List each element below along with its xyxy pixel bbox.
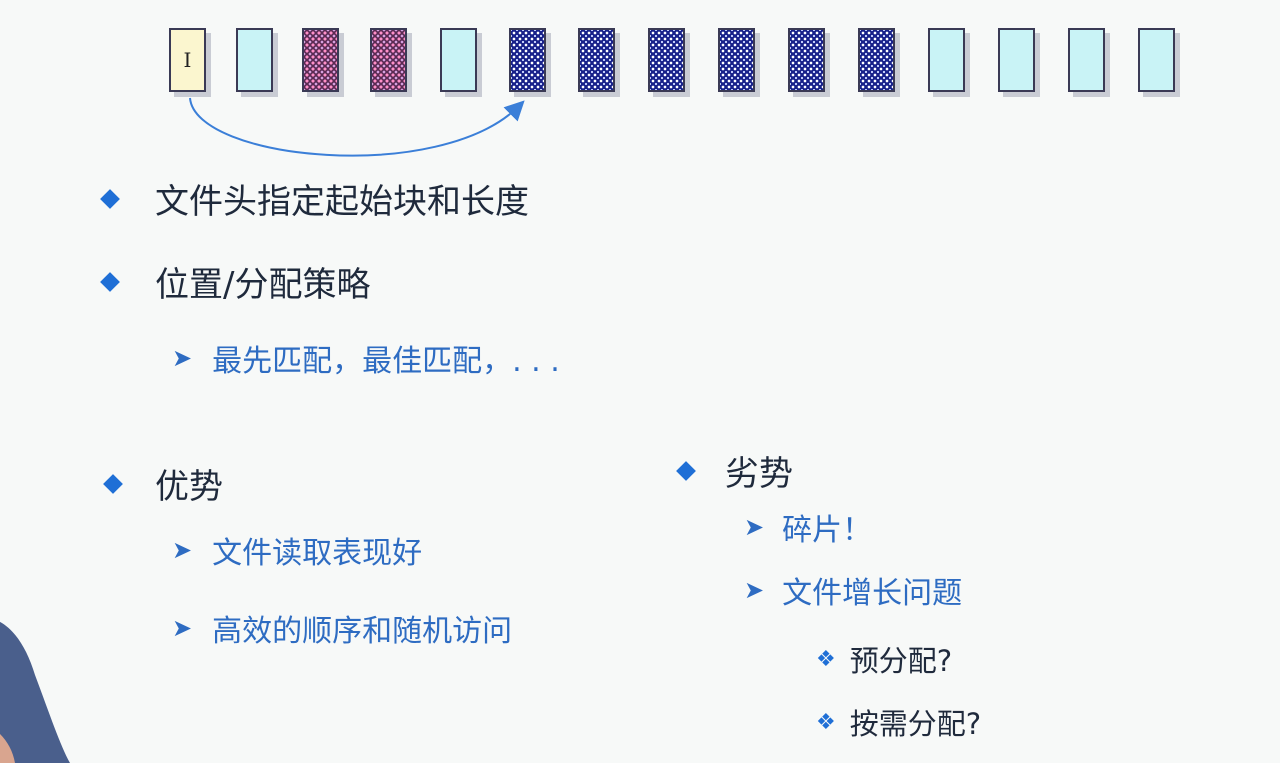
bullet-disadvantages: 劣势 [673,446,793,495]
third-bullet-text: 按需分配? [849,707,982,741]
sub-bullet-text: 文件增长问题 [782,576,963,611]
presenter-shoulder [0,622,70,763]
diamond-bullet-icon [103,473,123,494]
third-bullet-text: 预分配? [849,644,953,678]
bullet-header-spec: 文件头指定起始块和长度 [100,174,529,223]
chevron-arrow-icon: ➤ [744,576,765,604]
sub-bullet-text: 文件读取表现好 [212,536,423,571]
bullet-text: 文件头指定起始块和长度 [155,182,529,222]
chevron-arrow-icon: ➤ [172,344,193,372]
bullet-advantages: 优势 [100,459,223,508]
sub-bullet-text: 碎片！ [782,513,873,548]
bullet-placement: 位置/分配策略 [100,257,370,306]
chevron-arrow-icon: ➤ [744,513,765,541]
diamond-bullet-icon [100,188,120,209]
diamond-bullet-icon [100,271,120,292]
sub-bullet-placement-policies: ➤ 最先匹配，最佳匹配，. . . [172,336,560,380]
sub-bullet-disadvantage-1: ➤ 碎片！ [744,505,872,549]
disk-block-strip: I [0,0,1280,175]
bullet-text: 劣势 [725,454,793,494]
bullet-text: 位置/分配策略 [155,265,371,305]
third-bullet-on-demand: ❖ 按需分配? [816,701,981,743]
sub-bullet-advantage-2: ➤ 高效的顺序和随机访问 [172,606,512,650]
sub-bullet-text: 高效的顺序和随机访问 [212,614,513,649]
sub-bullet-text: 最先匹配，最佳匹配，. . . [212,344,560,379]
chevron-arrow-icon: ➤ [172,536,193,564]
sub-bullet-disadvantage-2: ➤ 文件增长问题 [744,568,962,612]
start-pointer-arrow-icon [189,97,525,157]
diamond-bullet-icon [676,460,696,481]
sub-bullet-advantage-1: ➤ 文件读取表现好 [172,528,422,572]
bullet-text: 优势 [155,467,223,507]
slide: I 文件头指定起始块和长度 位置/分配策略 ➤ 最先匹配，最佳匹配，. . . … [0,0,1280,763]
clover-bullet-icon: ❖ [816,709,836,735]
clover-bullet-icon: ❖ [816,646,836,672]
third-bullet-preallocate: ❖ 预分配? [816,638,952,680]
chevron-arrow-icon: ➤ [172,614,193,642]
